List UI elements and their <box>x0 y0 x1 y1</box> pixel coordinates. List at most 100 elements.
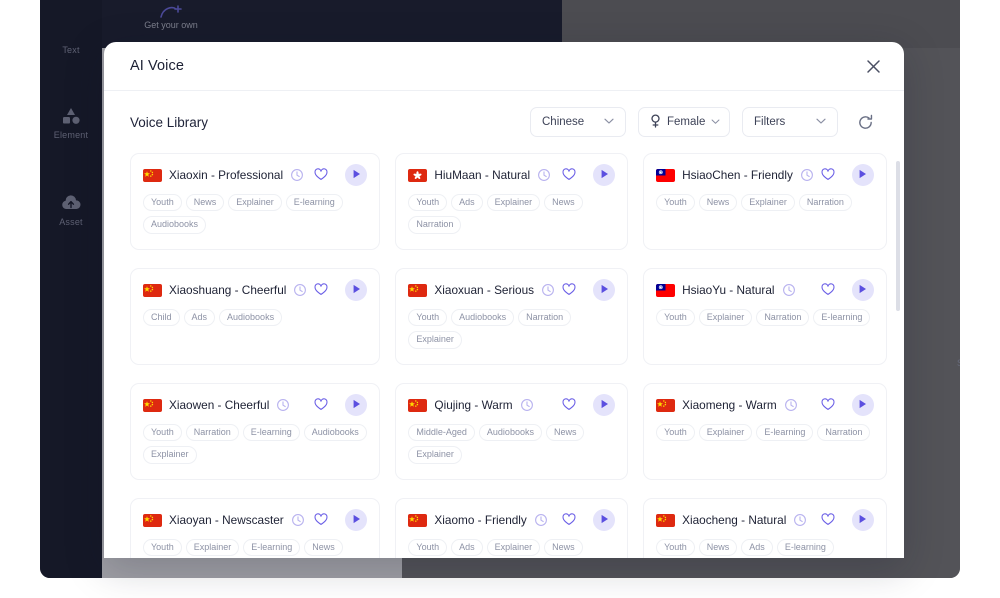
flag-icon-cn <box>143 169 162 182</box>
voice-card[interactable]: Xiaomo - FriendlyYouthAdsExplainerNews <box>395 498 628 558</box>
close-icon[interactable] <box>860 53 886 79</box>
voice-card[interactable]: Xiaoxuan - SeriousYouthAudiobooksNarrati… <box>395 268 628 365</box>
clock-icon[interactable] <box>520 398 534 412</box>
heart-icon[interactable] <box>314 168 328 182</box>
play-button[interactable] <box>345 509 367 531</box>
voice-card[interactable]: HsiaoChen - FriendlyYouthNewsExplainerNa… <box>643 153 887 250</box>
voice-card[interactable]: HsiaoYu - NaturalYouthExplainerNarration… <box>643 268 887 365</box>
voice-card[interactable]: Qiujing - WarmMiddle-AgedAudiobooksNewsE… <box>395 383 628 480</box>
voice-card-header: Xiaoxuan - Serious <box>408 280 615 300</box>
voice-tag: E-learning <box>756 424 813 441</box>
voice-tag: Explainer <box>487 539 541 556</box>
voice-card-header: HsiaoChen - Friendly <box>656 165 874 185</box>
clock-icon[interactable] <box>793 513 807 527</box>
play-button[interactable] <box>852 164 874 186</box>
heart-icon[interactable] <box>562 283 576 297</box>
clock-icon[interactable] <box>782 283 796 297</box>
voice-tag: Youth <box>408 539 447 556</box>
voice-tag: News <box>546 424 585 441</box>
voice-tag: News <box>544 194 583 211</box>
play-button[interactable] <box>593 279 615 301</box>
clock-icon[interactable] <box>276 398 290 412</box>
clock-icon[interactable] <box>293 283 307 297</box>
voice-name: Xiaowen - Cheerful <box>169 398 269 412</box>
voice-tag: Middle-Aged <box>408 424 475 441</box>
voice-tag: Audiobooks <box>451 309 514 326</box>
play-icon <box>600 281 609 299</box>
modal-scrollbar[interactable] <box>896 161 900 311</box>
play-button[interactable] <box>593 164 615 186</box>
refresh-icon[interactable] <box>852 109 878 135</box>
play-button[interactable] <box>345 164 367 186</box>
clock-icon[interactable] <box>291 513 305 527</box>
voice-tag-list: ChildAdsAudiobooks <box>143 309 367 326</box>
play-button[interactable] <box>852 509 874 531</box>
clock-icon[interactable] <box>290 168 304 182</box>
heart-icon[interactable] <box>562 513 576 527</box>
voice-tag: Youth <box>143 539 182 556</box>
voice-card[interactable]: Xiaocheng - NaturalYouthNewsAdsE-learnin… <box>643 498 887 558</box>
voice-card[interactable]: Xiaoxin - ProfessionalYouthNewsExplainer… <box>130 153 380 250</box>
play-button[interactable] <box>852 279 874 301</box>
gender-filter-dropdown[interactable]: Female <box>638 107 730 137</box>
gender-filter-value: Female <box>667 116 705 128</box>
voice-tag: E-learning <box>777 539 834 556</box>
voice-tag: Youth <box>656 309 695 326</box>
voice-name: Xiaoshuang - Cheerful <box>169 283 286 297</box>
filters-dropdown[interactable]: Filters <box>742 107 838 137</box>
voice-grid: Xiaoxin - ProfessionalYouthNewsExplainer… <box>104 153 904 558</box>
voice-card[interactable]: Xiaoshuang - Cheerful ChildAdsAudiobooks <box>130 268 380 365</box>
clock-icon[interactable] <box>541 283 555 297</box>
clock-icon[interactable] <box>534 513 548 527</box>
flag-icon-cn <box>408 284 427 297</box>
play-button[interactable] <box>345 394 367 416</box>
voice-tag: Narration <box>408 216 461 233</box>
play-button[interactable] <box>593 509 615 531</box>
play-icon <box>858 281 867 299</box>
voice-tag: E-learning <box>813 309 870 326</box>
heart-icon[interactable] <box>821 513 835 527</box>
voice-tag: Youth <box>143 424 182 441</box>
play-button[interactable] <box>593 394 615 416</box>
heart-icon[interactable] <box>821 398 835 412</box>
voice-tag: Explainer <box>408 331 462 348</box>
play-button[interactable] <box>852 394 874 416</box>
voice-tag: News <box>544 539 583 556</box>
heart-icon[interactable] <box>821 168 835 182</box>
voice-card-header: HiuMaan - Natural <box>408 165 615 185</box>
voice-tag: E-learning <box>243 424 300 441</box>
voice-tag: Child <box>143 309 180 326</box>
voice-tag-list: YouthExplainerE-learningNews <box>143 539 367 556</box>
heart-icon[interactable] <box>314 513 328 527</box>
heart-icon[interactable] <box>562 398 576 412</box>
voice-card[interactable]: HiuMaan - NaturalYouthAdsExplainerNewsNa… <box>395 153 628 250</box>
heart-icon[interactable] <box>314 398 328 412</box>
play-icon <box>600 396 609 414</box>
clock-icon[interactable] <box>784 398 798 412</box>
voice-tag: E-learning <box>243 539 300 556</box>
heart-icon[interactable] <box>821 283 835 297</box>
play-icon <box>858 166 867 184</box>
voice-card[interactable]: Xiaomeng - WarmYouthExplainerE-learningN… <box>643 383 887 480</box>
voice-card[interactable]: Xiaoyan - NewscasterYouthExplainerE-lear… <box>130 498 380 558</box>
clock-icon[interactable] <box>537 168 551 182</box>
clock-icon[interactable] <box>800 168 814 182</box>
voice-card[interactable]: Xiaowen - CheerfulYouthNarrationE-learni… <box>130 383 380 480</box>
modal-body: Voice Library Chinese Female <box>104 91 904 558</box>
voice-tag: Explainer <box>186 539 240 556</box>
flag-icon-tw <box>656 284 675 297</box>
chevron-down-icon <box>604 116 614 128</box>
play-icon <box>352 511 361 529</box>
play-button[interactable] <box>345 279 367 301</box>
voice-tag-list: YouthNewsAdsE-learning <box>656 539 874 556</box>
language-filter-dropdown[interactable]: Chinese <box>530 107 626 137</box>
voice-tag: Audiobooks <box>143 216 206 233</box>
voice-tag: Explainer <box>143 446 197 463</box>
voice-tag-list: YouthAdsExplainerNewsNarration <box>408 194 615 234</box>
heart-icon[interactable] <box>562 168 576 182</box>
voice-name: Xiaoxin - Professional <box>169 168 283 182</box>
heart-icon[interactable] <box>314 283 328 297</box>
chevron-down-icon <box>711 116 720 128</box>
voice-tag: Narration <box>756 309 809 326</box>
voice-tag: Explainer <box>408 446 462 463</box>
